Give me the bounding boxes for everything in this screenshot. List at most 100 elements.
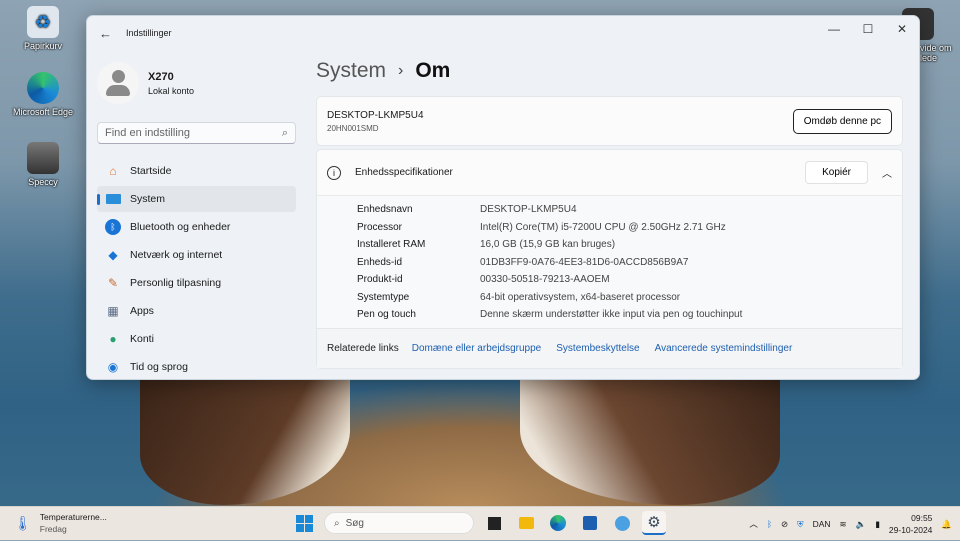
spec-row: Enheds-id 01DB3FF9-0A76-4EE3-81D6-0ACCD85… [357, 254, 902, 272]
sidebar-item-accounts[interactable]: ● Konti [97, 326, 296, 352]
clock[interactable]: 09:55 29-10-2024 [889, 512, 932, 536]
spec-rows: Enhedsnavn DESKTOP-LKMP5U4 Processor Intel(… [317, 196, 902, 328]
device-specs-title: Enhedsspecifikationer [355, 167, 453, 178]
copy-button[interactable]: Kopiér [805, 161, 868, 184]
paint-icon[interactable] [610, 511, 634, 535]
main-content: System › Om DESKTOP-LKMP5U4 20HN001SMD Om… [316, 50, 903, 379]
spec-row: Produkt-id 00330-50518-79213-AAOEM [357, 271, 902, 289]
sidebar: X270 Lokal konto Find en indstilling ⌕ ⌂ St… [87, 50, 302, 379]
start-button[interactable] [292, 511, 316, 535]
do-not-disturb-icon[interactable]: ⊘ [781, 519, 788, 530]
pc-name-card: DESKTOP-LKMP5U4 20HN001SMD Omdøb denne pc [316, 96, 903, 146]
sidebar-item-network[interactable]: ◆ Netværk og internet [97, 242, 296, 268]
edge-taskbar-icon[interactable] [546, 511, 570, 535]
spec-value: 00330-50518-79213-AAOEM [480, 274, 610, 286]
spec-value: Denne skærm understøtter ikke input via … [480, 309, 743, 321]
rename-pc-button[interactable]: Omdøb denne pc [792, 108, 892, 134]
spec-label: Systemtype [357, 291, 410, 303]
device-specs-card: i Enhedsspecifikationer Kopiér ︿ Enhedsn… [316, 149, 903, 369]
desktop-icon-recycle-bin[interactable]: ♻ Papirkurv [8, 6, 78, 51]
weather-sub: Fredag [39, 524, 67, 534]
account-icon: ● [109, 332, 117, 346]
spec-value: 01DB3FF9-0A76-4EE3-81D6-0ACCD856B9A7 [480, 256, 689, 268]
chevron-up-icon[interactable]: ︿ [882, 165, 892, 180]
apps-icon: ▦ [107, 304, 119, 318]
settings-window: ← Indstillinger — ☐ ✕ X270 Lokal konto Fi… [86, 15, 920, 380]
maximize-button[interactable]: ☐ [851, 16, 885, 42]
spec-label: Enhedsnavn [357, 204, 413, 216]
link-domain-workgroup[interactable]: Domæne eller arbejdsgruppe [412, 343, 542, 354]
globe-clock-icon: ◉ [107, 360, 119, 374]
language-indicator[interactable]: DAN [813, 519, 831, 529]
sidebar-item-time-language[interactable]: ◉ Tid og sprog [97, 354, 296, 379]
settings-search-input[interactable]: Find en indstilling ⌕ [97, 122, 296, 144]
edge-icon [27, 72, 59, 104]
sidebar-item-bluetooth[interactable]: ᛒ Bluetooth og enheder [97, 214, 296, 240]
account-type: Lokal konto [148, 85, 195, 96]
task-view-icon[interactable] [482, 511, 506, 535]
sidebar-item-startside[interactable]: ⌂ Startside [97, 158, 296, 184]
minimize-button[interactable]: — [817, 16, 851, 42]
search-icon: ⌕ [334, 517, 340, 529]
pc-model: 20HN001SMD [327, 123, 379, 133]
window-title: Indstillinger [126, 28, 172, 38]
avatar [97, 62, 139, 104]
chevron-up-icon[interactable]: ︿ [749, 518, 758, 530]
wifi-icon: ◆ [108, 248, 118, 262]
sidebar-item-apps[interactable]: ▦ Apps [97, 298, 296, 324]
spec-row: Installeret RAM 16,0 GB (15,9 GB kan brug… [357, 236, 902, 254]
pc-name: DESKTOP-LKMP5U4 [327, 109, 424, 121]
taskbar: 🌡 Temperaturerne... Fredag ⌕ Søg ⚙ ︿ ᛒ ⊘ ⛨… [0, 506, 960, 540]
user-profile[interactable]: X270 Lokal konto [97, 56, 296, 110]
notification-bell-icon[interactable]: 🔔 [941, 519, 952, 530]
store-icon[interactable] [578, 511, 602, 535]
home-icon: ⌂ [109, 164, 117, 178]
desktop-icon-edge[interactable]: Microsoft Edge [8, 72, 78, 117]
volume-icon[interactable]: 🔈 [856, 519, 867, 530]
thermometer-icon: 🌡 [14, 514, 32, 531]
back-arrow-icon[interactable]: ← [99, 26, 112, 41]
speccy-icon [27, 142, 59, 174]
spec-label: Produkt-id [357, 274, 403, 286]
system-tray: ︿ ᛒ ⊘ ⛨ DAN ≋ 🔈 ▮ 09:55 29-10-2024 🔔 [749, 507, 952, 541]
spec-row: Systemtype 64-bit operativsystem, x64-bas… [357, 289, 902, 307]
user-name: X270 [148, 70, 174, 83]
breadcrumb-parent[interactable]: System [316, 59, 386, 83]
file-explorer-icon[interactable] [514, 511, 538, 535]
related-links: Relaterede links Domæne eller arbejdsgru… [317, 327, 902, 368]
bluetooth-icon: ᛒ [105, 219, 121, 235]
bluetooth-icon[interactable]: ᛒ [767, 519, 772, 529]
spec-label: Enheds-id [357, 256, 403, 268]
link-advanced-system-settings[interactable]: Avancerede systemindstillinger [655, 343, 793, 354]
wifi-icon[interactable]: ≋ [840, 519, 847, 530]
desktop-icon-speccy[interactable]: Speccy [8, 142, 78, 187]
sidebar-nav: ⌂ Startside System ᛒ Bluetooth og enheder … [97, 158, 296, 379]
breadcrumb: System › Om [316, 52, 903, 90]
link-system-protection[interactable]: Systembeskyttelse [556, 343, 639, 354]
spec-value: 16,0 GB (15,9 GB kan bruges) [480, 239, 616, 251]
page-title: Om [415, 59, 451, 82]
taskbar-search[interactable]: ⌕ Søg [324, 512, 474, 534]
brush-icon: ✎ [107, 276, 119, 290]
security-shield-icon[interactable]: ⛨ [797, 519, 803, 530]
spec-value: 64-bit operativsystem, x64-baseret proce… [480, 291, 681, 303]
spec-value: Intel(R) Core(TM) i5-7200U CPU @ 2.50GHz… [480, 221, 726, 233]
spec-row: Enhedsnavn DESKTOP-LKMP5U4 [357, 201, 902, 219]
chevron-right-icon: › [398, 62, 404, 79]
close-button[interactable]: ✕ [885, 16, 919, 42]
settings-taskbar-icon[interactable]: ⚙ [642, 511, 666, 535]
spec-value: DESKTOP-LKMP5U4 [480, 204, 577, 216]
title-bar: ← Indstillinger — ☐ ✕ [87, 16, 919, 50]
weather-title: Temperaturerne... [39, 512, 107, 522]
spec-label: Processor [357, 221, 403, 233]
recycle-bin-icon: ♻ [27, 6, 59, 38]
device-specs-header[interactable]: i Enhedsspecifikationer Kopiér ︿ [317, 150, 902, 196]
spec-label: Pen og touch [357, 309, 416, 321]
spec-row: Processor Intel(R) Core(TM) i5-7200U CPU … [357, 219, 902, 237]
weather-widget[interactable]: 🌡 Temperaturerne... Fredag [14, 512, 107, 534]
sidebar-item-system[interactable]: System [97, 186, 296, 212]
sidebar-item-personalization[interactable]: ✎ Personlig tilpasning [97, 270, 296, 296]
battery-icon[interactable]: ▮ [875, 519, 880, 530]
system-icon [105, 191, 121, 207]
search-icon: ⌕ [281, 126, 288, 139]
